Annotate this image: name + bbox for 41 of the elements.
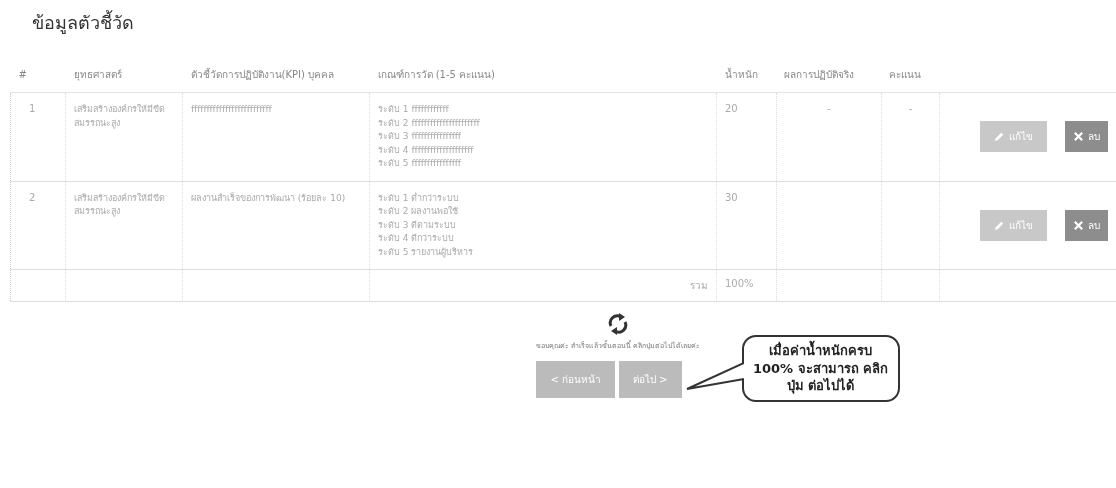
- page-title: ข้อมูลตัวชี้วัด: [32, 9, 135, 36]
- weight-value: 30: [725, 191, 738, 203]
- criteria-line: ระดับ 4 ดีกว่าระบบ: [378, 232, 456, 245]
- strategy-text: เสริมสร้างองค์กรให้มีขีดสมรรถนะสูง: [74, 192, 165, 216]
- close-icon: [1073, 219, 1084, 231]
- criteria-line: ระดับ 3 ffffffffffffffff: [378, 130, 463, 143]
- delete-button[interactable]: ลบ: [1065, 209, 1108, 241]
- criteria-line: ระดับ 5 ffffffffffffffff: [378, 157, 463, 170]
- row-number: 1: [29, 103, 36, 114]
- criteria-line: ระดับ 1 ffffffffffff: [378, 103, 450, 116]
- refresh-icon: [607, 312, 629, 336]
- column-header: เกณฑ์การวัด (1-5 คะแนน): [369, 61, 717, 93]
- row-number: 2: [29, 191, 36, 203]
- criteria-line: ระดับ 3 ดีตามระบบ: [378, 218, 458, 232]
- column-header: น้ำหนัก: [716, 61, 777, 93]
- criteria-line: ระดับ 2 ผลงานพอใช้: [378, 205, 460, 218]
- column-header: ผลการปฏิบัติจริง: [776, 61, 882, 93]
- column-header: ตัวชี้วัดการปฏิบัติงาน(KPI) บุคคล: [182, 61, 370, 93]
- nav-button[interactable]: ต่อไป >: [619, 361, 682, 398]
- criteria-line: ระดับ 2 ffffffffffffffffffffff: [378, 116, 481, 130]
- kpi-text: ผลงานสำเร็จของการพัฒนา (ร้อยละ 10): [191, 192, 346, 203]
- criteria-line: ระดับ 5 รายงานผู้บริหาร: [378, 245, 475, 259]
- criteria-line: ระดับ 1 ต่ำกว่าระบบ: [378, 191, 461, 205]
- pencil-icon: [994, 131, 1005, 143]
- close-icon: [1073, 131, 1084, 143]
- callout-pointer: [685, 361, 744, 391]
- delete-button[interactable]: ลบ: [1065, 121, 1108, 153]
- callout-bubble: เมื่อค่าน้ำหนักครบ 100% จะสามารถ คลิกปุ่ม ต่อไปได้: [741, 335, 900, 402]
- column-header: ยุทธศาสตร์: [65, 61, 183, 93]
- pencil-icon: [994, 219, 1005, 231]
- criteria-line: ระดับ 4 ffffffffffffffffffff: [378, 143, 475, 157]
- kpi-text: ffffffffffffffffffffffffff: [191, 104, 272, 114]
- nav-button[interactable]: < ก่อนหน้า: [536, 361, 615, 398]
- weight-value: 20: [725, 103, 738, 114]
- result-value: -: [826, 103, 831, 114]
- column-header: คะแนน: [881, 61, 940, 93]
- strategy-text: เสริมสร้างองค์กรให้มีขีดสมรรถนะสูง: [74, 104, 165, 128]
- total-label: รวม: [690, 280, 708, 291]
- column-header: #: [10, 61, 66, 93]
- score-value: -: [908, 103, 913, 114]
- total-value: 100%: [725, 278, 754, 289]
